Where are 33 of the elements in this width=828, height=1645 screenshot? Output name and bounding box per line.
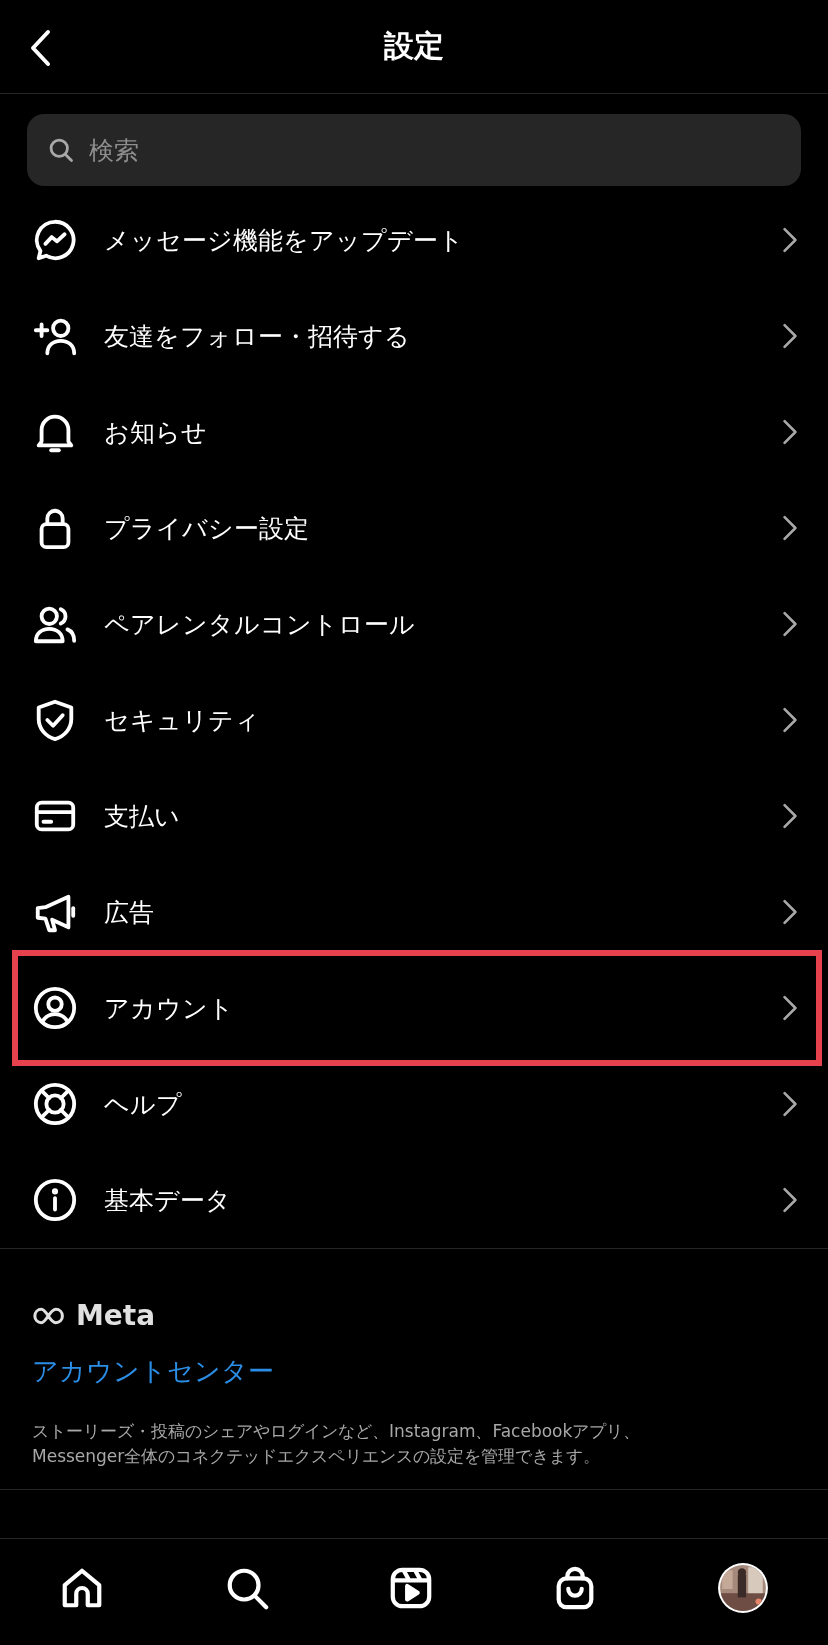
chevron-icon	[782, 1091, 798, 1117]
chat-bubble-icon	[32, 217, 78, 263]
chevron-icon	[782, 227, 798, 253]
chevron-icon	[782, 515, 798, 541]
search-field[interactable]: 検索	[27, 114, 801, 186]
meta-logo-text: Meta	[76, 1299, 156, 1332]
settings-item[interactable]: 支払い	[0, 768, 828, 864]
description-text: ストーリーズ・投稿のシェアやログインなど、Instagram、Facebookアプリ、Messenger全体のコネクテッドエクスペリエンスの設定を管理できます。	[32, 1420, 642, 1468]
chevron-icon	[782, 419, 798, 445]
chevron-icon	[782, 899, 798, 925]
settings-item[interactable]: 基本データ	[0, 1152, 828, 1248]
chevron-icon	[782, 707, 798, 733]
user-circle-icon	[32, 985, 78, 1031]
page-title: 設定	[384, 27, 444, 65]
settings-item[interactable]: セキュリティ	[0, 672, 828, 768]
settings-item[interactable]: 友達をフォロー・招待する	[0, 288, 828, 384]
info-icon	[32, 1177, 78, 1223]
back-icon[interactable]	[28, 28, 52, 68]
chevron-icon	[782, 611, 798, 637]
settings-item[interactable]: プライバシー設定	[0, 480, 828, 576]
settings-item[interactable]: ヘルプ	[0, 1056, 828, 1152]
settings-item[interactable]: メッセージ機能をアップデート	[0, 192, 828, 288]
chevron-icon	[782, 323, 798, 349]
search-icon	[47, 136, 75, 164]
settings-item[interactable]: 広告	[0, 864, 828, 960]
settings-item[interactable]: ペアレンタルコントロール	[0, 576, 828, 672]
chevron-icon	[782, 1187, 798, 1213]
settings-item[interactable]: アカウント	[0, 960, 828, 1056]
accounts-center-link[interactable]: アカウントセンター	[32, 1354, 796, 1389]
chevron-icon	[782, 995, 798, 1021]
lifebuoy-icon	[32, 1081, 78, 1127]
chevron-icon	[782, 803, 798, 829]
settings-item[interactable]: お知らせ	[0, 384, 828, 480]
